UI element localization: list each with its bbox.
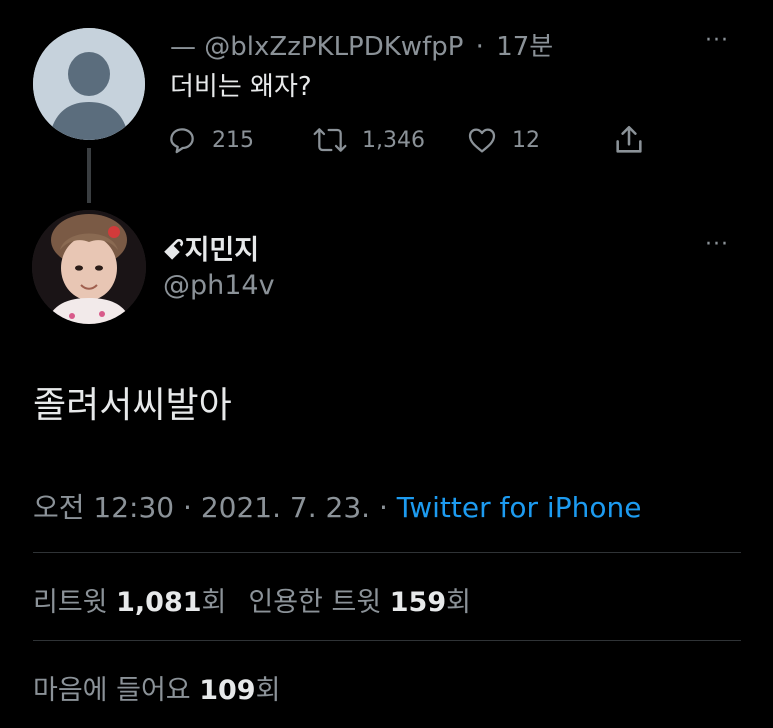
like-count: 12 bbox=[512, 127, 540, 153]
tweet-text: 졸려서씨발아 bbox=[33, 385, 232, 426]
parent-author-name[interactable]: — bbox=[170, 32, 196, 62]
retweet-stats-row: 리트윗 1,081회 인용한 트윗 159회 bbox=[33, 580, 471, 619]
username[interactable]: @ph14v bbox=[163, 270, 275, 301]
separator-dot: · bbox=[475, 32, 484, 62]
parent-avatar[interactable] bbox=[33, 28, 145, 140]
parent-more-button[interactable]: ··· bbox=[705, 28, 729, 53]
tweet-time[interactable]: 오전 12:30 bbox=[33, 491, 174, 524]
retweets-stat[interactable]: 리트윗 1,081회 bbox=[33, 587, 226, 618]
parent-author-line: — @blxZzPKLPDKwfpP · 17분 bbox=[170, 26, 553, 63]
quotes-value: 159 bbox=[389, 587, 447, 618]
retweet-count: 1,346 bbox=[362, 127, 425, 153]
heart-icon bbox=[468, 128, 496, 153]
likes-unit: 회 bbox=[255, 675, 281, 706]
divider bbox=[33, 552, 741, 553]
tweet-date[interactable]: 2021. 7. 23. bbox=[201, 491, 370, 524]
quotes-unit: 회 bbox=[446, 587, 471, 618]
like-button[interactable]: 12 bbox=[466, 122, 540, 158]
parent-handle[interactable]: @blxZzPKLPDKwfpP bbox=[204, 32, 463, 62]
display-name[interactable]: ꗃ지민지 bbox=[163, 228, 259, 267]
likes-value: 109 bbox=[199, 675, 256, 706]
retweets-value: 1,081 bbox=[116, 587, 202, 618]
reply-count: 215 bbox=[212, 127, 254, 153]
separator-dot: · bbox=[183, 491, 201, 524]
separator-dot: · bbox=[378, 491, 397, 524]
tweet-more-button[interactable]: ··· bbox=[705, 232, 729, 257]
tweet-meta: 오전 12:30 · 2021. 7. 23. · Twitter for iP… bbox=[33, 486, 641, 526]
quotes-stat[interactable]: 인용한 트윗 159회 bbox=[248, 587, 471, 618]
divider bbox=[33, 640, 741, 641]
retweet-button[interactable]: 1,346 bbox=[312, 122, 425, 158]
share-icon bbox=[616, 125, 642, 153]
parent-time[interactable]: 17분 bbox=[496, 32, 553, 62]
share-button[interactable] bbox=[612, 122, 646, 158]
parent-tweet-text: 더비는 왜자? bbox=[170, 72, 312, 102]
reply-button[interactable]: 215 bbox=[166, 122, 254, 158]
user-avatar[interactable] bbox=[32, 210, 146, 324]
likes-stats-row[interactable]: 마음에 들어요 109회 bbox=[33, 668, 280, 707]
thread-connector-line bbox=[87, 148, 91, 203]
likes-label: 마음에 들어요 bbox=[33, 675, 191, 706]
profile-photo bbox=[32, 210, 146, 324]
retweets-label: 리트윗 bbox=[33, 587, 108, 618]
reply-icon bbox=[170, 128, 194, 154]
quotes-label: 인용한 트윗 bbox=[248, 587, 382, 618]
retweet-icon bbox=[313, 128, 347, 152]
tweet-source-link[interactable]: Twitter for iPhone bbox=[397, 491, 642, 524]
retweets-unit: 회 bbox=[201, 587, 227, 618]
default-avatar-icon bbox=[33, 28, 145, 140]
